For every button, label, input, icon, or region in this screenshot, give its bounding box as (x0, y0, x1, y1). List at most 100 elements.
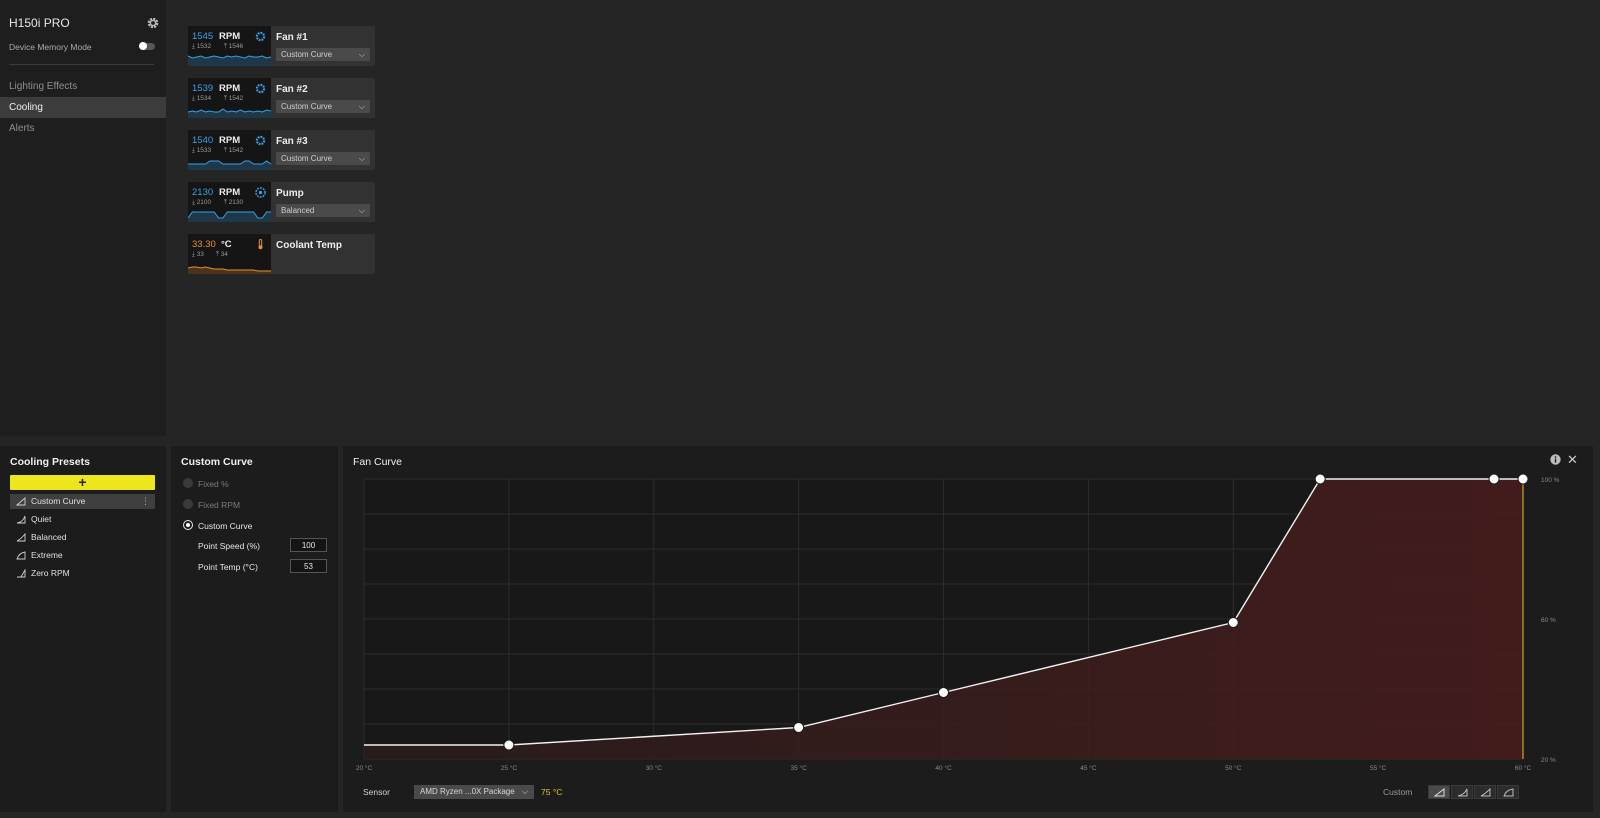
x-tick-label: 60 °C (1515, 764, 1532, 772)
curve-point[interactable] (1517, 473, 1529, 485)
sidebar: H150i PRO Device Memory Mode Lighting Ef… (0, 0, 166, 436)
device-name: Fan #1 (276, 32, 308, 43)
close-icon[interactable]: ✕ (1567, 452, 1578, 468)
curve-icon (17, 569, 26, 578)
point-speed-label: Point Speed (%) (198, 541, 260, 551)
more-options-icon[interactable]: ⋮ (141, 494, 150, 509)
preset-extreme[interactable]: Extreme (10, 548, 155, 563)
curve-shape-extreme-button[interactable] (1497, 785, 1519, 799)
preset-balanced[interactable]: Balanced (10, 530, 155, 545)
sensor-graph: 1539 RPM ⤓ 1534 ⤒ 1542 (188, 78, 271, 118)
x-tick-label: 50 °C (1225, 764, 1242, 772)
curve-shape-linear-button[interactable] (1428, 785, 1450, 799)
curve-point[interactable] (1227, 617, 1239, 628)
preset-label: Balanced (31, 532, 67, 542)
cooling-mode-value: Balanced (281, 206, 315, 215)
curve-quiet-icon (1457, 788, 1468, 797)
toggle-knob (139, 42, 147, 50)
divider (9, 64, 154, 65)
sparkline (188, 108, 271, 118)
device-card-fan-2[interactable]: 1539 RPM ⤓ 1534 ⤒ 1542 Fan #2 Custom Curve ⌵ (188, 78, 375, 118)
nav-item-cooling[interactable]: Cooling (0, 97, 166, 118)
preset-custom-curve[interactable]: Custom Curve ⋮ (10, 494, 155, 509)
curve-icon (16, 515, 26, 524)
info-icon[interactable] (1550, 454, 1561, 465)
curve-extreme-icon (1503, 788, 1514, 797)
curve-point[interactable] (938, 687, 949, 698)
point-speed-input[interactable] (290, 538, 327, 552)
nav-item-alerts[interactable]: Alerts (0, 118, 166, 139)
chevron-down-icon: ⌵ (358, 154, 365, 163)
x-tick-label: 40 °C (935, 764, 952, 772)
sparkline (188, 55, 271, 66)
device-name: Fan #2 (276, 84, 308, 95)
device-name: Pump (276, 188, 304, 199)
radio-button[interactable] (183, 478, 193, 488)
sensor-graph: 1545 RPM ⤓ 1532 ⤒ 1546 (188, 26, 271, 66)
preset-label: Zero RPM (31, 568, 70, 578)
radio-label: Fixed RPM (198, 500, 241, 510)
device-card-fan-1[interactable]: 1545 RPM ⤓ 1532 ⤒ 1546 Fan #1 Custom Curve ⌵ (188, 26, 375, 66)
cooling-mode-dropdown[interactable]: Custom Curve ⌵ (276, 152, 370, 165)
cooling-mode-dropdown[interactable]: Balanced ⌵ (276, 204, 370, 217)
preset-label: Extreme (31, 550, 63, 560)
cooling-mode-dropdown[interactable]: Custom Curve ⌵ (276, 48, 370, 61)
sparkline (188, 211, 271, 222)
nav-item-lighting-effects[interactable]: Lighting Effects (0, 76, 166, 97)
sensor-temperature: 75 °C (541, 787, 563, 797)
curve-point[interactable] (1488, 473, 1500, 485)
sensor-label: Sensor (363, 787, 390, 797)
sensor-graph: 2130 RPM ⤓ 2100 ⤒ 2130 (188, 182, 271, 222)
radio-label: Custom Curve (198, 521, 253, 531)
x-tick-label: 35 °C (790, 764, 807, 772)
cooling-presets-title: Cooling Presets (10, 456, 90, 468)
chevron-down-icon: ⌵ (521, 787, 528, 796)
y-tick-label: 20 % (1541, 757, 1556, 764)
preset-label: Custom Curve (31, 496, 86, 506)
radio-label: Fixed % (198, 479, 229, 489)
fan-curve-title: Fan Curve (353, 456, 403, 468)
point-temp-input[interactable] (290, 559, 327, 573)
x-tick-label: 55 °C (1370, 764, 1387, 772)
x-tick-label: 20 °C (356, 764, 373, 772)
device-name: Coolant Temp (276, 240, 342, 251)
fan-curve-chart[interactable]: 20 °C 25 °C 30 °C 35 °C 40 °C 45 °C 50 °C 55 °C… (343, 446, 1593, 776)
sensor-graph: 1540 RPM ⤓ 1533 ⤒ 1542 (188, 130, 271, 170)
cooling-mode-value: Custom Curve (281, 154, 333, 163)
add-preset-button[interactable]: + (10, 475, 155, 490)
curve-point[interactable] (1314, 473, 1326, 485)
curve-point[interactable] (793, 722, 805, 733)
preset-label: Quiet (31, 514, 52, 524)
radio-button-selected[interactable] (183, 520, 193, 530)
curve-linear-icon (1434, 788, 1445, 797)
x-tick-label: 45 °C (1080, 764, 1097, 772)
point-temp-label: Point Temp (°C) (198, 562, 258, 572)
chevron-down-icon: ⌵ (358, 206, 365, 215)
device-card-coolant-temp[interactable]: 33.30 °C ⤓ 33 ⤒ 34 Coolant Temp (188, 234, 375, 274)
preset-zero-rpm[interactable]: Zero RPM (10, 566, 155, 581)
curve-shape-balanced-button[interactable] (1474, 785, 1496, 799)
curve-shape-quiet-button[interactable] (1451, 785, 1473, 799)
fan-curve-panel: 20 °C 25 °C 30 °C 35 °C 40 °C 45 °C 50 °C 55 °C… (343, 446, 1593, 812)
gear-icon[interactable] (146, 16, 160, 30)
radio-button[interactable] (183, 499, 193, 509)
curve-mode-label: Custom (1383, 787, 1413, 797)
cooling-mode-dropdown[interactable]: Custom Curve ⌵ (276, 100, 370, 113)
preset-quiet[interactable]: Quiet (10, 512, 155, 527)
chevron-down-icon: ⌵ (358, 102, 365, 111)
device-card-fan-3[interactable]: 1540 RPM ⤓ 1533 ⤒ 1542 Fan #3 Custom Curve ⌵ (188, 130, 375, 170)
x-tick-label: 25 °C (501, 764, 518, 772)
device-name: Fan #3 (276, 136, 308, 147)
sensor-graph: 33.30 °C ⤓ 33 ⤒ 34 (188, 234, 271, 274)
custom-curve-panel: Custom Curve Fixed % Fixed RPM Custom Cu… (171, 446, 338, 812)
custom-curve-title: Custom Curve (181, 456, 253, 468)
curve-icon (16, 533, 26, 542)
chevron-down-icon: ⌵ (358, 50, 365, 59)
cooling-mode-value: Custom Curve (281, 50, 333, 59)
device-memory-mode-label: Device Memory Mode (9, 42, 92, 52)
curve-point[interactable] (503, 739, 515, 751)
device-title: H150i PRO (9, 16, 70, 30)
device-card-pump[interactable]: 2130 RPM ⤓ 2100 ⤒ 2130 Pump Balanced ⌵ (188, 182, 375, 222)
sensor-dropdown[interactable]: AMD Ryzen ...0X Package ⌵ (414, 785, 534, 799)
device-memory-mode-toggle[interactable] (139, 42, 155, 50)
